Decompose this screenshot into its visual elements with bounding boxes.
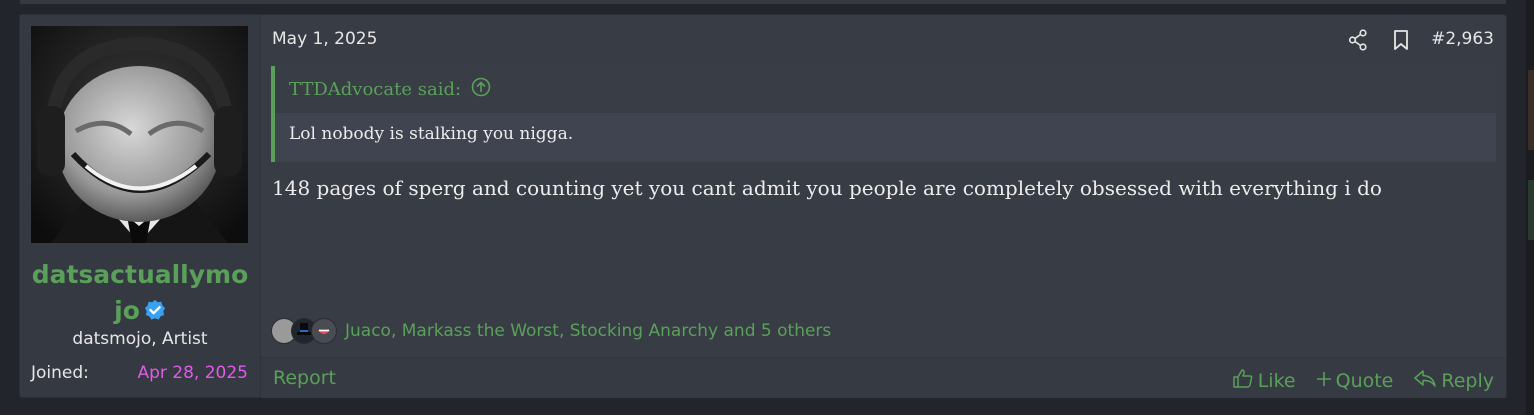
forum-post: datsactuallymo jo datsmojo, Artist Joine… bbox=[19, 14, 1507, 398]
reaction-laugh-icon bbox=[311, 318, 337, 344]
joined-date: Apr 28, 2025 bbox=[137, 363, 248, 383]
quote-header[interactable]: TTDAdvocate said: bbox=[275, 66, 1496, 113]
like-button[interactable]: Like bbox=[1232, 367, 1296, 394]
post-date[interactable]: May 1, 2025 bbox=[272, 29, 377, 49]
thumbs-up-icon bbox=[1232, 367, 1254, 394]
post-number[interactable]: #2,963 bbox=[1431, 29, 1494, 49]
reply-label: Reply bbox=[1441, 369, 1494, 392]
username-line-1: datsactuallymo bbox=[31, 260, 249, 289]
verified-check-icon bbox=[144, 295, 166, 331]
quote-author[interactable]: TTDAdvocate said: bbox=[289, 79, 461, 100]
post-actions: Like Quote Reply bbox=[1232, 367, 1494, 394]
report-link[interactable]: Report bbox=[273, 367, 336, 389]
page-right-edge bbox=[1526, 0, 1534, 415]
share-icon[interactable] bbox=[1348, 29, 1368, 51]
quote-block: TTDAdvocate said: Lol nobody is stalking… bbox=[271, 66, 1496, 162]
plus-icon bbox=[1316, 370, 1332, 392]
quote-label: Quote bbox=[1335, 369, 1394, 392]
post-footer: Report Like Quote Reply bbox=[261, 357, 1506, 398]
previous-post-edge bbox=[20, 0, 1506, 4]
reactions-bar[interactable]: Juaco, Markass the Worst, Stocking Anarc… bbox=[271, 318, 831, 344]
joined-label: Joined: bbox=[31, 363, 89, 383]
like-label: Like bbox=[1257, 369, 1296, 392]
quote-text: Lol nobody is stalking you nigga. bbox=[289, 124, 574, 144]
quote-button[interactable]: Quote bbox=[1316, 369, 1394, 392]
username[interactable]: datsactuallymo jo bbox=[20, 257, 260, 331]
post-main: May 1, 2025 #2,963 TTDAdvocate said: Lol… bbox=[261, 15, 1506, 398]
bookmark-icon[interactable] bbox=[1392, 29, 1410, 51]
username-line-2: jo bbox=[114, 296, 140, 325]
arrow-up-circle-icon[interactable] bbox=[471, 77, 491, 102]
reply-arrow-icon bbox=[1413, 368, 1437, 393]
reply-button[interactable]: Reply bbox=[1413, 368, 1494, 393]
reactions-summary[interactable]: Juaco, Markass the Worst, Stocking Anarc… bbox=[345, 321, 831, 341]
avatar[interactable] bbox=[31, 26, 248, 243]
user-title: datsmojo, Artist bbox=[72, 329, 208, 349]
user-info-panel: datsactuallymo jo datsmojo, Artist Joine… bbox=[20, 15, 261, 397]
post-message: 148 pages of sperg and counting yet you … bbox=[272, 176, 1382, 200]
